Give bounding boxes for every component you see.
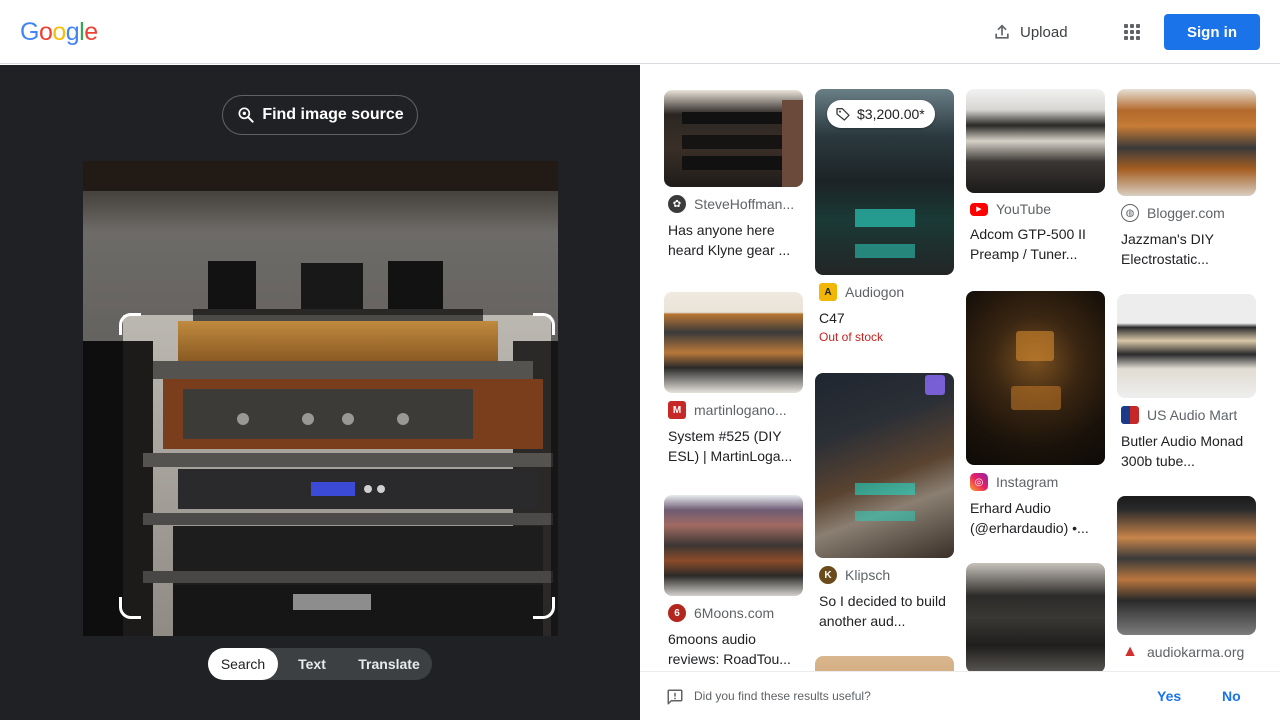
crop-handle-top-right[interactable] [533,313,555,335]
result-title[interactable]: So I decided to build another aud... [815,591,954,631]
result-card[interactable]: Mmartinlogano... System #525 (DIY ESL) |… [664,292,803,466]
audiokarma-icon: ▲ [1122,643,1138,660]
upload-icon [995,24,1009,39]
result-thumbnail[interactable] [1117,294,1256,398]
result-thumbnail[interactable] [664,292,803,393]
klipsch-icon: K [819,566,837,584]
result-card[interactable]: ▶ YouTube Adcom GTP-500 II Preamp / Tuner… [966,89,1105,264]
instagram-icon: ◎ [970,473,988,491]
result-thumbnail[interactable] [1117,496,1256,635]
crop-dim-right [551,315,558,636]
result-source: Blogger.com [1147,205,1225,221]
6moons-icon: 6 [668,604,686,622]
result-thumbnail[interactable] [966,291,1105,465]
result-source: YouTube [996,201,1052,217]
result-source: martinlogano... [694,402,787,418]
feedback-yes-button[interactable]: Yes [1157,688,1181,704]
price-badge: $3,200.00* [827,100,935,128]
sign-in-button[interactable]: Sign in [1164,14,1260,50]
upload-button[interactable]: Upload [992,20,1068,44]
feedback-no-button[interactable]: No [1222,688,1241,704]
result-card[interactable]: 6 6Moons.com 6moons audio reviews: RoadTo… [664,495,803,669]
result-source: Audiogon [845,284,905,300]
visual-matches-grid: ✿ SteveHoffman... Has anyone here heard K… [640,65,1280,720]
result-title[interactable]: 6moons audio reviews: RoadTou... [664,629,803,669]
find-image-source-label: Find image source [262,106,404,123]
result-title[interactable]: Butler Audio Monad 300b tube... [1117,431,1256,471]
logo-letter: g [65,18,80,46]
martinlogan-icon: M [668,401,686,419]
result-title[interactable]: Erhard Audio (@erhardaudio) •... [966,498,1105,538]
query-image[interactable] [83,161,558,636]
result-source: Instagram [996,474,1059,490]
price-tag-icon [836,108,850,121]
logo-letter: o [52,18,66,46]
result-thumbnail[interactable] [815,373,954,558]
result-thumbnail[interactable] [664,495,803,596]
result-card[interactable]: ▲ audiokarma.org [1117,496,1256,661]
usaudiomart-icon [1121,406,1139,424]
result-source: US Audio Mart [1147,407,1238,423]
logo-letter: G [20,18,39,46]
lens-panel: Find image source Search Text Translate [0,65,640,720]
lens-mode-tabs: Search Text Translate [208,648,432,680]
find-image-source-button[interactable]: Find image source [222,95,418,135]
apps-grid-button[interactable] [1120,20,1144,44]
result-source: Klipsch [845,567,891,583]
google-logo[interactable]: Google [20,18,98,47]
result-thumbnail[interactable] [966,563,1105,673]
tab-text[interactable]: Text [278,648,346,680]
feedback-bar: Did you find these results useful? Yes N… [640,671,1280,720]
top-bar: Google Upload Sign in [0,0,1280,64]
result-title[interactable]: Jazzman's DIY Electrostatic... [1117,229,1256,269]
tab-search[interactable]: Search [208,648,278,680]
logo-letter: e [84,18,98,46]
logo-letter: o [38,18,53,46]
crop-handle-bottom-left[interactable] [119,597,141,619]
audiogon-icon: A [819,283,837,301]
globe-icon: ◍ [1121,204,1139,222]
result-thumbnail[interactable] [966,89,1105,193]
result-card[interactable]: US Audio Mart Butler Audio Monad 300b tu… [1117,294,1256,471]
result-title[interactable]: Adcom GTP-500 II Preamp / Tuner... [966,224,1105,264]
crop-dim-top [83,161,558,315]
result-card[interactable]: $3,200.00* A Audiogon C47 Out of stock [815,89,954,344]
result-card[interactable] [966,563,1105,673]
feedback-icon [667,689,683,705]
youtube-icon: ▶ [970,202,988,216]
hoffman-icon: ✿ [668,195,686,213]
result-thumbnail[interactable] [664,90,803,187]
result-title[interactable]: Has anyone here heard Klyne gear ... [664,220,803,260]
result-thumbnail[interactable] [1117,89,1256,196]
price-text: $3,200.00* [857,106,925,122]
result-card[interactable]: ✿ SteveHoffman... Has anyone here heard K… [664,90,803,260]
lens-search-icon [238,107,254,123]
result-card[interactable]: K Klipsch So I decided to build another a… [815,373,954,631]
feedback-question: Did you find these results useful? [694,689,871,703]
tab-translate[interactable]: Translate [346,648,432,680]
crop-dim-left [83,315,123,636]
result-card[interactable]: ◎ Instagram Erhard Audio (@erhardaudio) •… [966,291,1105,538]
result-thumbnail[interactable]: $3,200.00* [815,89,954,275]
upload-label: Upload [1020,23,1068,41]
result-title[interactable]: C47 [815,308,954,328]
result-source: audiokarma.org [1147,644,1245,660]
stock-status: Out of stock [819,330,884,344]
apps-grid-icon [1124,24,1140,40]
crop-handle-top-left[interactable] [119,313,141,335]
result-card[interactable]: ◍ Blogger.com Jazzman's DIY Electrostatic… [1117,89,1256,269]
result-source: 6Moons.com [694,605,775,621]
result-source: SteveHoffman... [694,196,795,212]
result-title[interactable]: System #525 (DIY ESL) | MartinLoga... [664,426,803,466]
